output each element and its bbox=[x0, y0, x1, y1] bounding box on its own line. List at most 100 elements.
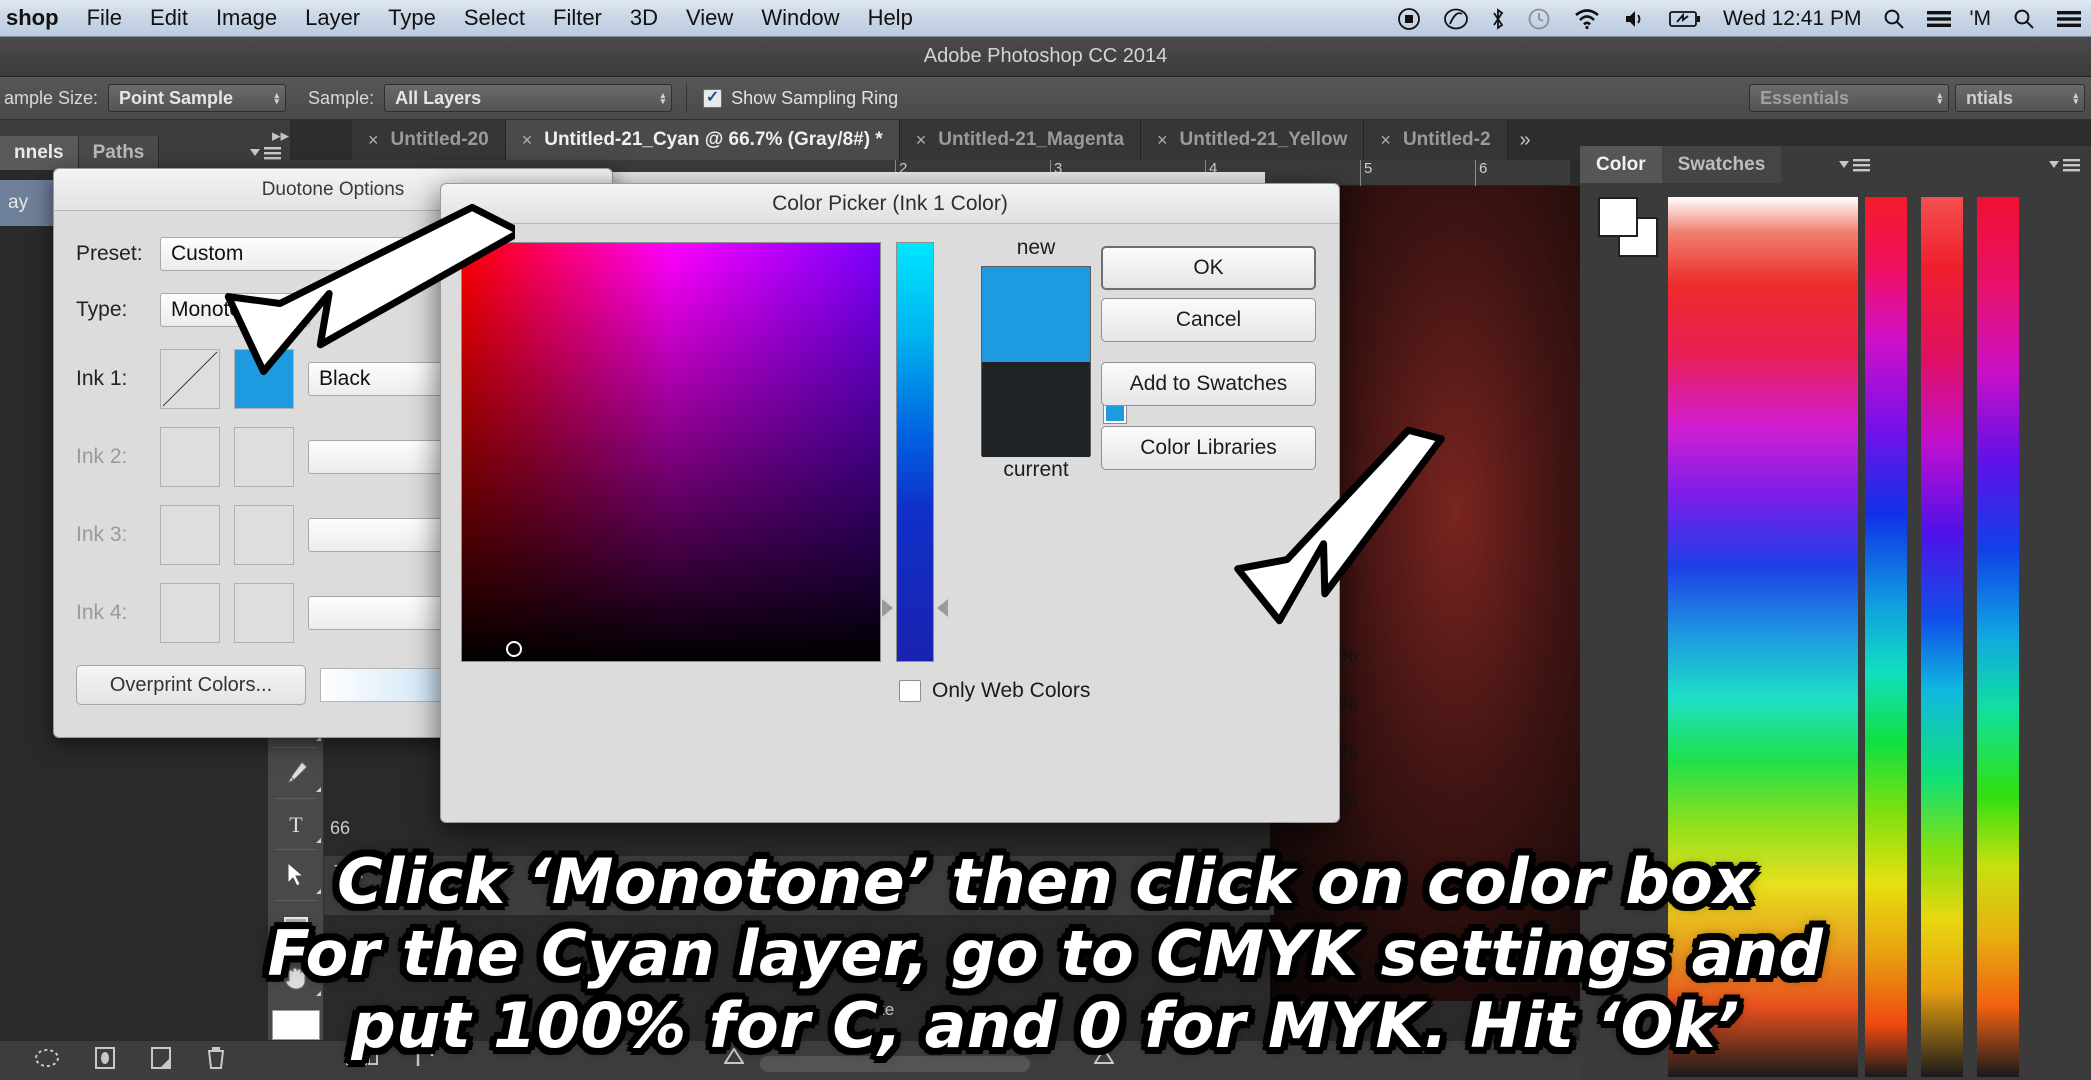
document-tab-untitled-21-cyan[interactable]: × Untitled-21_Cyan @ 66.7% (Gray/8#) * bbox=[506, 120, 900, 160]
close-icon[interactable]: × bbox=[522, 130, 533, 151]
menu-image[interactable]: Image bbox=[216, 5, 277, 31]
menu-file[interactable]: File bbox=[87, 5, 122, 31]
current-color-swatch[interactable] bbox=[982, 362, 1090, 457]
search-icon[interactable] bbox=[1883, 8, 1905, 30]
new-current-color-preview[interactable] bbox=[981, 266, 1091, 456]
sample-size-value: Point Sample bbox=[119, 88, 233, 109]
new-channel-icon[interactable] bbox=[94, 1046, 116, 1076]
overprint-colors-button[interactable]: Overprint Colors... bbox=[76, 665, 306, 705]
tabs-overflow-icon[interactable]: » bbox=[1508, 120, 1543, 160]
color-stripe-1[interactable] bbox=[1865, 197, 1907, 1077]
ink-1-curve-thumbnail[interactable] bbox=[160, 349, 220, 409]
photoshop-window: shop File Edit Image Layer Type Select F… bbox=[0, 0, 2091, 1080]
document-tab-untitled-20[interactable]: × Untitled-20 bbox=[352, 120, 506, 160]
ink-4-label: Ink 4: bbox=[76, 601, 160, 625]
ink-1-color-swatch[interactable] bbox=[234, 349, 294, 409]
delete-channel-icon[interactable] bbox=[206, 1046, 226, 1076]
saturation-brightness-field[interactable] bbox=[461, 242, 881, 662]
document-tab-untitled-21-yellow[interactable]: × Untitled-21_Yellow bbox=[1141, 120, 1364, 160]
menu-edit[interactable]: Edit bbox=[150, 5, 188, 31]
menu-help[interactable]: Help bbox=[868, 5, 913, 31]
new-color-label: new bbox=[981, 236, 1091, 260]
sample-size-select[interactable]: Point Sample ▴▾ bbox=[108, 84, 286, 112]
tool-options-bar: ample Size: Point Sample ▴▾ Sample: All … bbox=[0, 77, 2091, 120]
close-icon[interactable]: × bbox=[916, 130, 927, 151]
horizontal-scrollbar[interactable] bbox=[760, 1056, 1030, 1072]
foreground-color-swatch[interactable] bbox=[1598, 197, 1638, 237]
pen-icon[interactable] bbox=[268, 751, 324, 795]
color-libraries-button[interactable]: Color Libraries bbox=[1101, 426, 1316, 470]
color-stripe-2[interactable] bbox=[1921, 197, 1963, 1077]
load-selection-icon[interactable] bbox=[34, 1047, 60, 1075]
panel-tab-swatches[interactable]: Swatches bbox=[1662, 146, 1782, 183]
close-icon[interactable]: × bbox=[1157, 130, 1168, 151]
hue-slider[interactable] bbox=[896, 242, 934, 662]
unit-y: % bbox=[1338, 739, 1360, 765]
channel-row-gray[interactable]: ay bbox=[0, 180, 55, 226]
ok-button[interactable]: OK bbox=[1101, 246, 1316, 290]
sample-label: Sample: bbox=[308, 88, 374, 109]
type-icon[interactable]: T bbox=[268, 802, 324, 846]
menu-bar-clock[interactable]: Wed 12:41 PM bbox=[1723, 7, 1862, 31]
hand-icon[interactable] bbox=[268, 955, 324, 999]
path-selection-icon[interactable] bbox=[268, 853, 324, 897]
document-tab-untitled-21-magenta[interactable]: × Untitled-21_Magenta bbox=[900, 120, 1141, 160]
close-icon[interactable]: × bbox=[368, 130, 379, 151]
menu-layer[interactable]: Layer bbox=[305, 5, 360, 31]
timeline-marker-right-icon[interactable] bbox=[1094, 1047, 1114, 1070]
menu-3d[interactable]: 3D bbox=[630, 5, 658, 31]
foreground-background-swatches[interactable] bbox=[1598, 197, 1658, 257]
cancel-button[interactable]: Cancel bbox=[1101, 298, 1316, 342]
list-icon[interactable] bbox=[1927, 9, 1951, 29]
rectangle-icon[interactable] bbox=[268, 904, 324, 948]
only-web-colors-label: Only Web Colors bbox=[932, 679, 1090, 703]
workspace-select-2[interactable]: ntials ▴▾ bbox=[1955, 84, 2085, 112]
menu-bar-extra-label[interactable]: 'M bbox=[1969, 7, 1991, 31]
panel-tab-paths[interactable]: Paths bbox=[79, 136, 160, 170]
timeline-marker-left-icon[interactable] bbox=[724, 1047, 744, 1070]
only-web-colors-checkbox[interactable]: Only Web Colors bbox=[899, 679, 1090, 703]
panel-menu-icon-2[interactable] bbox=[2047, 157, 2081, 173]
menu-app-name[interactable]: shop bbox=[6, 5, 59, 31]
foreground-color-swatch[interactable] bbox=[272, 1010, 320, 1040]
record-icon[interactable] bbox=[1397, 7, 1421, 31]
onion-skin-icon[interactable] bbox=[414, 1046, 440, 1076]
time-machine-icon[interactable] bbox=[1527, 7, 1551, 31]
document-tab-label: Untitled-20 bbox=[391, 129, 489, 151]
menu-window[interactable]: Window bbox=[761, 5, 839, 31]
show-sampling-ring-checkbox[interactable]: ✓ Show Sampling Ring bbox=[703, 88, 898, 109]
document-tab-untitled-2[interactable]: × Untitled-2 bbox=[1364, 120, 1507, 160]
color-swatches-panel: Color Swatches bbox=[1580, 146, 2091, 1080]
menu-type[interactable]: Type bbox=[388, 5, 436, 31]
bluetooth-icon[interactable] bbox=[1491, 7, 1505, 31]
wifi-icon[interactable] bbox=[1573, 8, 1601, 30]
battery-icon[interactable] bbox=[1669, 9, 1701, 29]
stepper-arrows-icon-3: ▴▾ bbox=[1937, 92, 1942, 104]
duplicate-channel-icon[interactable] bbox=[150, 1046, 172, 1076]
sample-select[interactable]: All Layers ▴▾ bbox=[384, 84, 672, 112]
grid-view-icon[interactable] bbox=[346, 1049, 380, 1072]
type-select[interactable]: Monotone bbox=[160, 293, 310, 327]
volume-icon[interactable] bbox=[1623, 8, 1647, 30]
menu-view[interactable]: View bbox=[686, 5, 733, 31]
add-to-swatches-button[interactable]: Add to Swatches bbox=[1101, 362, 1316, 406]
workspace-select[interactable]: Essentials ▴▾ bbox=[1749, 84, 1949, 112]
color-spectrum-ramp[interactable] bbox=[1668, 197, 1858, 1077]
hue-slider-handle-right[interactable] bbox=[937, 599, 948, 617]
menu-filter[interactable]: Filter bbox=[553, 5, 602, 31]
timeline-panel bbox=[324, 855, 1274, 915]
panel-tab-channels[interactable]: nnels bbox=[0, 136, 79, 170]
list-icon-2[interactable] bbox=[2057, 9, 2081, 29]
creative-cloud-icon[interactable] bbox=[1443, 7, 1469, 31]
zoom-level-label: 66 bbox=[330, 818, 350, 839]
color-field-cursor[interactable] bbox=[506, 641, 522, 657]
color-stripe-3[interactable] bbox=[1977, 197, 2019, 1077]
panel-menu-icon[interactable] bbox=[1837, 157, 1871, 173]
hue-slider-handle-left[interactable] bbox=[882, 599, 893, 617]
close-icon[interactable]: × bbox=[1380, 130, 1391, 151]
search-icon-2[interactable] bbox=[2013, 8, 2035, 30]
panel-tab-color[interactable]: Color bbox=[1580, 146, 1662, 183]
menu-select[interactable]: Select bbox=[464, 5, 525, 31]
expand-panels-icon[interactable]: ▸▸ bbox=[272, 126, 289, 146]
preset-select[interactable]: Custom bbox=[160, 237, 460, 271]
